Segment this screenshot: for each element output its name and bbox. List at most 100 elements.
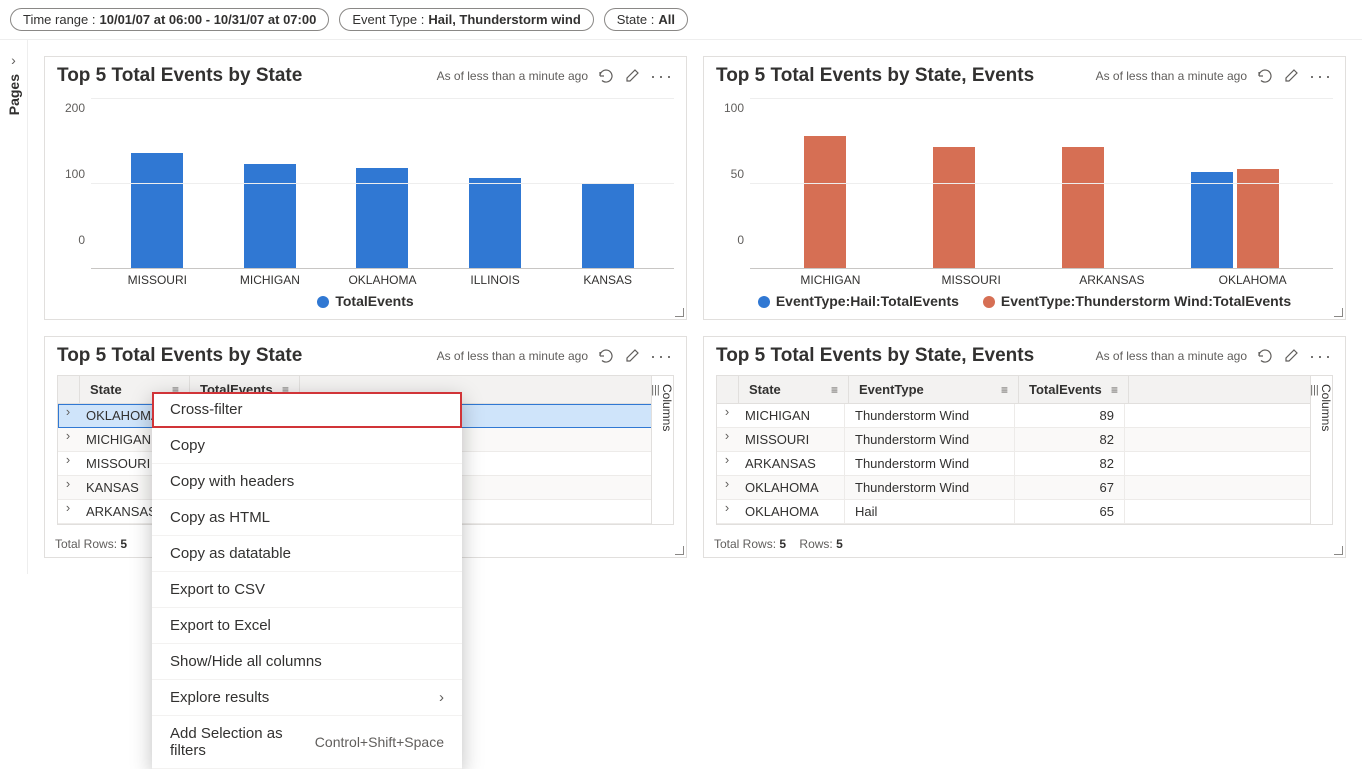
table-row[interactable]: ›MICHIGANThunderstorm Wind89 [717, 404, 1332, 428]
context-menu-item[interactable]: Export to CSV [152, 572, 462, 608]
bar[interactable] [244, 164, 296, 268]
context-menu-item[interactable]: Show/Hide all columns [152, 644, 462, 680]
event-type-filter[interactable]: Event Type : Hail, Thunderstorm wind [339, 8, 593, 31]
expand-row-icon[interactable]: › [717, 476, 735, 499]
cell-state: ARKANSAS [735, 452, 845, 475]
state-filter[interactable]: State : All [604, 8, 688, 31]
refresh-icon[interactable] [1257, 68, 1273, 84]
as-of-text: As of less than a minute ago [1096, 349, 1247, 363]
column-header[interactable]: State≡ [739, 376, 849, 403]
context-menu-item[interactable]: Copy as HTML [152, 500, 462, 536]
tile-title: Top 5 Total Events by State [57, 345, 437, 367]
context-menu-item[interactable]: Copy with headers [152, 464, 462, 500]
chevron-right-icon[interactable]: › [11, 52, 16, 68]
columns-toggle[interactable]: ||| Columns [651, 376, 673, 524]
filter-bar: Time range : 10/01/07 at 06:00 - 10/31/0… [0, 0, 1362, 40]
resize-handle[interactable] [1333, 545, 1343, 555]
refresh-icon[interactable] [1257, 348, 1273, 364]
expand-row-icon[interactable]: › [58, 428, 76, 451]
column-header[interactable]: TotalEvents≡ [1019, 376, 1129, 403]
cell-eventtype: Thunderstorm Wind [845, 452, 1015, 475]
more-icon[interactable]: ··· [650, 346, 674, 367]
bar[interactable] [582, 183, 634, 268]
context-menu-item[interactable]: Add Selection as filtersControl+Shift+Sp… [152, 716, 462, 769]
legend-item[interactable]: TotalEvents [317, 293, 413, 309]
tile-title: Top 5 Total Events by State, Events [716, 345, 1096, 367]
table-row[interactable]: ›OKLAHOMAHail65 [717, 500, 1332, 524]
bar[interactable] [933, 147, 975, 268]
resize-handle[interactable] [674, 545, 684, 555]
resize-handle[interactable] [674, 307, 684, 317]
expand-row-icon[interactable]: › [717, 500, 735, 523]
bar[interactable] [804, 136, 846, 268]
edit-icon[interactable] [1283, 68, 1299, 84]
tile-chart-top5-events: Top 5 Total Events by State, Events As o… [703, 56, 1346, 320]
columns-label: Columns [1319, 384, 1333, 431]
table-row[interactable]: ›OKLAHOMAThunderstorm Wind67 [717, 476, 1332, 500]
cell-eventtype: Thunderstorm Wind [845, 404, 1015, 427]
edit-icon[interactable] [1283, 348, 1299, 364]
table-row[interactable]: ›MISSOURIThunderstorm Wind82 [717, 428, 1332, 452]
cell-total: 82 [1015, 428, 1125, 451]
resize-handle[interactable] [1333, 307, 1343, 317]
bar[interactable] [469, 178, 521, 268]
context-menu-item[interactable]: Copy as datatable [152, 536, 462, 572]
x-axis-label: ARKANSAS [1042, 273, 1183, 287]
cell-total: 89 [1015, 404, 1125, 427]
as-of-text: As of less than a minute ago [1096, 69, 1247, 83]
expand-row-icon[interactable]: › [58, 452, 76, 475]
context-menu-item[interactable]: Export to Excel [152, 608, 462, 644]
table-row[interactable]: ›ARKANSASThunderstorm Wind82 [717, 452, 1332, 476]
shortcut-text: Control+Shift+Space [315, 734, 444, 750]
footer-label: Total Rows: [55, 537, 117, 551]
expand-row-icon[interactable]: › [717, 404, 735, 427]
footer-value: 5 [836, 537, 843, 551]
expand-row-icon[interactable]: › [717, 452, 735, 475]
time-range-filter[interactable]: Time range : 10/01/07 at 06:00 - 10/31/0… [10, 8, 329, 31]
footer-label: Total Rows: [714, 537, 776, 551]
cell-total: 67 [1015, 476, 1125, 499]
refresh-icon[interactable] [598, 348, 614, 364]
expand-row-icon[interactable]: › [58, 476, 76, 499]
bar[interactable] [131, 153, 183, 268]
expand-row-icon[interactable]: › [58, 500, 76, 523]
column-menu-icon[interactable]: ≡ [831, 383, 838, 397]
refresh-icon[interactable] [598, 68, 614, 84]
edit-icon[interactable] [624, 348, 640, 364]
more-icon[interactable]: ··· [650, 66, 674, 87]
more-icon[interactable]: ··· [1309, 66, 1333, 87]
context-menu-item[interactable]: Copy [152, 428, 462, 464]
pages-panel-collapsed[interactable]: › Pages [0, 40, 28, 574]
filter-value: All [658, 12, 675, 27]
edit-icon[interactable] [624, 68, 640, 84]
expand-row-icon[interactable]: › [717, 428, 735, 451]
legend-item[interactable]: EventType:Hail:TotalEvents [758, 293, 959, 309]
cell-eventtype: Hail [845, 500, 1015, 523]
cell-eventtype: Thunderstorm Wind [845, 476, 1015, 499]
bar-chart: 2001000 [57, 99, 674, 269]
bar[interactable] [1237, 169, 1279, 268]
filter-label: Time range : [23, 12, 96, 27]
cell-eventtype: Thunderstorm Wind [845, 428, 1015, 451]
as-of-text: As of less than a minute ago [437, 349, 588, 363]
bar[interactable] [1191, 172, 1233, 268]
legend-item[interactable]: EventType:Thunderstorm Wind:TotalEvents [983, 293, 1291, 309]
x-axis-label: OKLAHOMA [1182, 273, 1323, 287]
columns-toggle[interactable]: ||| Columns [1310, 376, 1332, 524]
context-menu-item[interactable]: Explore results› [152, 680, 462, 716]
context-menu-item[interactable]: Cross-filter [152, 392, 462, 428]
cell-state: MISSOURI [735, 428, 845, 451]
grouped-bar-chart: 100500 [716, 99, 1333, 269]
more-icon[interactable]: ··· [1309, 346, 1333, 367]
x-axis-label: MISSOURI [901, 273, 1042, 287]
footer-label: Rows: [799, 537, 832, 551]
x-axis-label: MICHIGAN [760, 273, 901, 287]
footer-value: 5 [120, 537, 127, 551]
columns-icon: ||| [1310, 384, 1319, 396]
column-header[interactable]: EventType≡ [849, 376, 1019, 403]
column-menu-icon[interactable]: ≡ [1111, 383, 1118, 397]
bar[interactable] [1062, 147, 1104, 268]
expand-row-icon[interactable]: › [58, 404, 76, 427]
tile-title: Top 5 Total Events by State [57, 65, 437, 87]
column-menu-icon[interactable]: ≡ [1001, 383, 1008, 397]
